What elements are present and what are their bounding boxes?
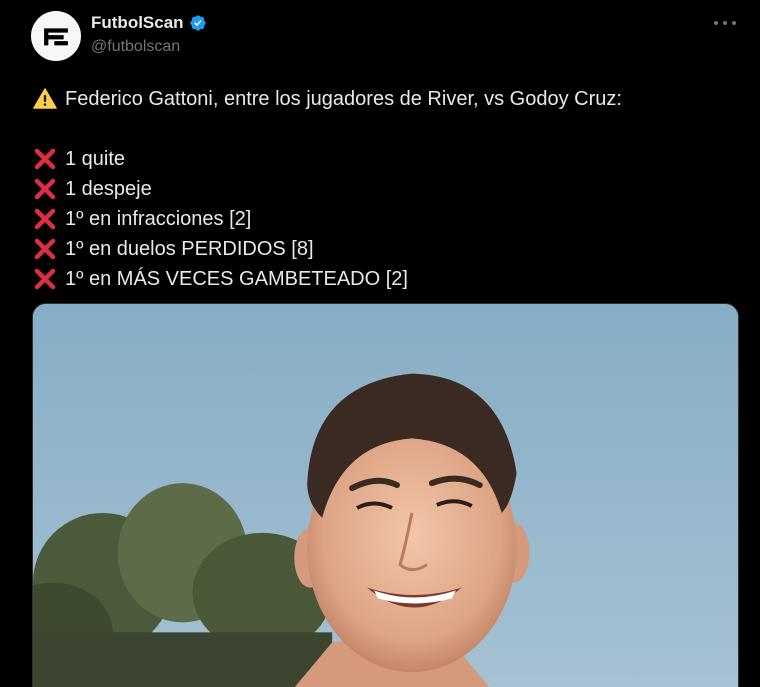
tweet-intro-line: Federico Gattoni, entre los jugadores de… xyxy=(33,84,622,114)
verified-badge-icon[interactable] xyxy=(189,14,207,32)
more-options-button[interactable] xyxy=(714,14,736,32)
author-handle[interactable]: @futbolscan xyxy=(91,38,180,56)
author-name-row: FutbolScan xyxy=(91,13,207,33)
cross-mark-icon xyxy=(33,207,57,231)
cross-mark-icon xyxy=(33,267,57,291)
warning-icon xyxy=(33,87,57,111)
list-item-text: 1 quite xyxy=(65,148,126,170)
player-photo xyxy=(33,304,738,687)
list-item: 1 despeje xyxy=(33,174,622,204)
tweet-photo[interactable] xyxy=(32,303,739,687)
list-item: 1 quite xyxy=(33,144,622,174)
avatar[interactable] xyxy=(31,11,81,61)
dot-icon xyxy=(732,21,736,25)
futbolscan-logo-icon xyxy=(44,28,68,46)
cross-mark-icon xyxy=(33,177,57,201)
list-item-text: 1º en infracciones [2] xyxy=(65,208,252,230)
list-item: 1º en duelos PERDIDOS [8] xyxy=(33,234,622,264)
list-item: 1º en infracciones [2] xyxy=(33,204,622,234)
list-item-text: 1 despeje xyxy=(65,178,152,200)
list-item: 1º en MÁS VECES GAMBETEADO [2] xyxy=(33,264,622,294)
cross-mark-icon xyxy=(33,237,57,261)
dot-icon xyxy=(714,21,718,25)
display-name[interactable]: FutbolScan xyxy=(91,13,184,33)
tweet-text: Federico Gattoni, entre los jugadores de… xyxy=(33,84,622,294)
dot-icon xyxy=(723,21,727,25)
list-item-text: 1º en MÁS VECES GAMBETEADO [2] xyxy=(65,268,408,290)
cross-mark-icon xyxy=(33,147,57,171)
tweet-intro-text: Federico Gattoni, entre los jugadores de… xyxy=(65,88,622,110)
list-item-text: 1º en duelos PERDIDOS [8] xyxy=(65,238,314,260)
